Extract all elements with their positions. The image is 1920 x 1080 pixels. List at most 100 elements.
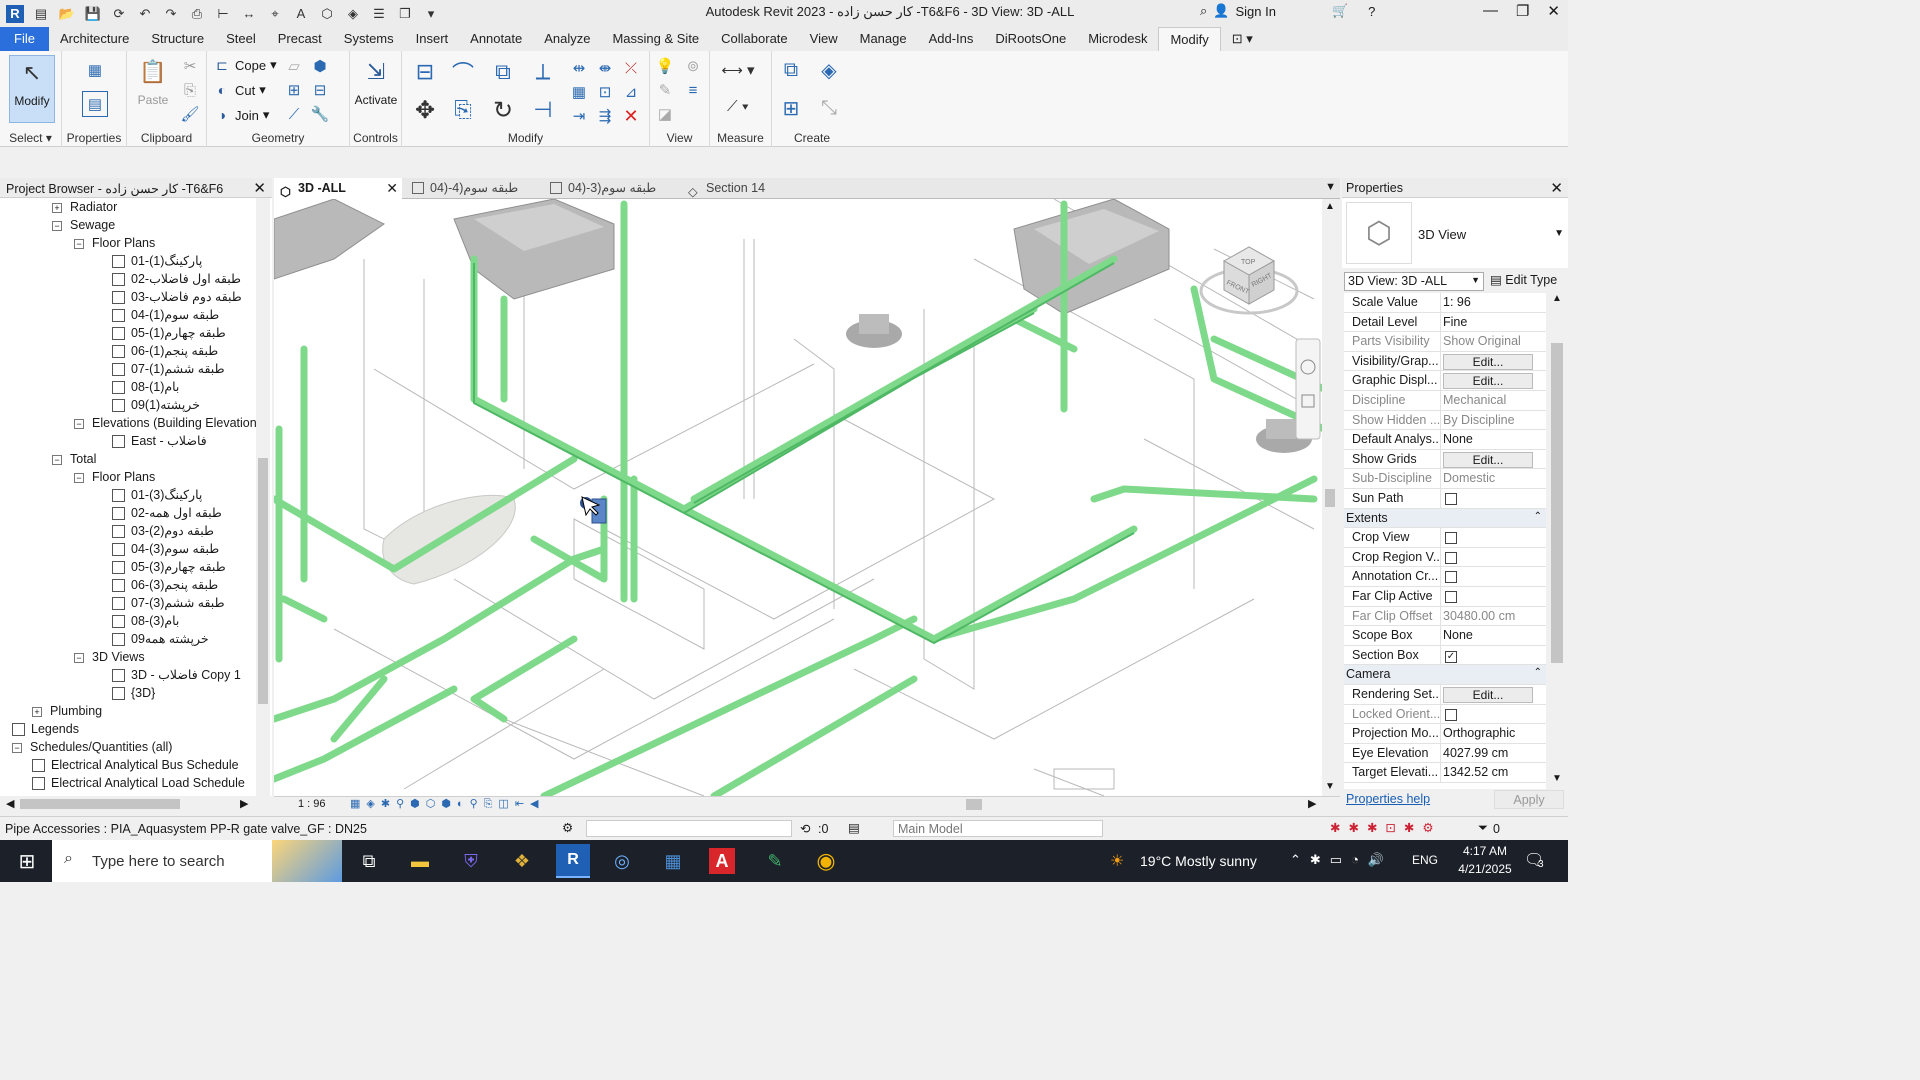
tree-item[interactable]: + Radiator <box>52 198 117 216</box>
tree-item[interactable]: 08-بام(3) <box>112 612 179 630</box>
tree-item[interactable]: {3D} <box>112 684 155 702</box>
tree-item[interactable]: 04-طبقه سوم(1) <box>112 306 219 324</box>
tree-item[interactable]: 05-طبقه چهارم(1) <box>112 324 226 342</box>
signin-label[interactable]: Sign In <box>1235 4 1275 19</box>
tree-item[interactable]: 03-طبقه دوم فاضلاب <box>112 288 242 306</box>
close-project-browser-icon[interactable]: ✕ <box>253 179 266 197</box>
project-browser-hscroll[interactable]: ◀ ▶ <box>0 796 272 812</box>
clock-time[interactable]: 4:17 AM <box>1455 844 1515 858</box>
tree-item[interactable]: + Plumbing <box>32 702 102 720</box>
tree-item[interactable]: Electrical Analytical Load Schedule <box>32 774 245 792</box>
create-parts-icon[interactable]: ◈ <box>814 55 844 85</box>
collapse-icon[interactable]: − <box>74 652 84 663</box>
open-icon[interactable]: 📂 <box>57 5 77 23</box>
print-icon[interactable]: ⎙ <box>187 5 207 23</box>
tree-item[interactable]: 07-طبقه ششم(1) <box>112 360 225 378</box>
collapse-icon[interactable]: − <box>12 742 22 753</box>
property-value[interactable]: Fine <box>1440 312 1546 332</box>
revit-logo[interactable]: R <box>6 4 24 23</box>
property-value[interactable]: Domestic <box>1440 469 1546 489</box>
type-selector[interactable]: ⬡ 3D View ▼ <box>1342 198 1568 268</box>
property-value[interactable] <box>1440 567 1546 587</box>
tab-manage[interactable]: Manage <box>849 27 918 51</box>
extend-icon[interactable]: ⇥ <box>568 105 590 127</box>
property-value[interactable]: By Discipline <box>1440 410 1546 430</box>
tab-steel[interactable]: Steel <box>215 27 267 51</box>
property-value[interactable]: None <box>1440 430 1546 450</box>
apply-button[interactable]: Apply <box>1494 790 1564 809</box>
split-gap-icon[interactable]: ⇼ <box>594 57 616 79</box>
properties-help-link[interactable]: Properties help <box>1346 792 1430 806</box>
property-value[interactable]: 4027.99 cm <box>1440 743 1546 763</box>
property-value[interactable]: Show Original <box>1440 332 1546 352</box>
tab-massing-site[interactable]: Massing & Site <box>601 27 710 51</box>
edit-button[interactable]: Edit... <box>1443 373 1533 390</box>
aligned-dimension-icon[interactable]: ⟋ ▾ <box>718 95 758 117</box>
delete-icon[interactable]: ✕ <box>620 105 642 127</box>
view-tab-plan-4[interactable]: 04)-طبقه سوم(4 <box>406 178 536 199</box>
tree-item[interactable]: 02-طبقه اول فاضلاب <box>112 270 241 288</box>
array-icon[interactable]: ▦ <box>568 81 590 103</box>
revit-taskbar-icon[interactable]: R <box>556 844 590 878</box>
property-value[interactable] <box>1440 704 1546 724</box>
3d-viewport[interactable]: FRONT RIGHT TOP <box>274 199 1324 796</box>
cut-geometry-button[interactable]: ◐ Cut ▾ <box>213 81 266 99</box>
tab-insert[interactable]: Insert <box>405 27 460 51</box>
demolish-icon[interactable]: ⊟ <box>309 79 331 101</box>
home-icon[interactable]: ▤ <box>31 5 51 23</box>
property-value[interactable]: Edit... <box>1440 449 1546 469</box>
binoculars-icon[interactable]: ⌕ <box>1200 3 1207 19</box>
tree-item[interactable]: Legends <box>12 720 79 738</box>
rotate-icon[interactable]: ↻ <box>488 95 518 125</box>
thin-lines-icon[interactable]: ☰ <box>369 5 389 23</box>
tab-dirootsone[interactable]: DiRootsOne <box>984 27 1077 51</box>
measure-between-icon[interactable]: ⟷ ▾ <box>718 59 758 81</box>
tree-item[interactable]: 05-طبقه چهارم(3) <box>112 558 226 576</box>
view-tab-3d-all[interactable]: ⬡ 3D -ALL ✕ <box>274 178 402 199</box>
text-icon[interactable]: A <box>291 5 311 23</box>
dimension-icon[interactable]: ↔ <box>239 5 259 23</box>
tree-item[interactable]: −3D Views <box>74 648 145 666</box>
collapse-icon[interactable]: − <box>52 454 62 465</box>
property-value[interactable]: ✓ <box>1440 645 1546 665</box>
unpin-icon[interactable]: ⤫ <box>620 57 642 79</box>
property-value[interactable]: 1342.52 cm <box>1440 763 1546 783</box>
tab-architecture[interactable]: Architecture <box>49 27 140 51</box>
tree-item[interactable]: − Schedules/Quantities (all) <box>12 738 172 756</box>
property-checkbox[interactable] <box>1445 493 1457 505</box>
type-dropdown-icon[interactable]: ▼ <box>1554 228 1564 239</box>
tree-item[interactable]: East - فاضلاب <box>112 432 207 450</box>
scroll-right-icon[interactable]: ▶ <box>1308 797 1316 810</box>
view-tab-section-14[interactable]: ◇ Section 14 <box>682 178 802 199</box>
properties-scrollbar[interactable]: ▲ ▼ <box>1548 293 1566 789</box>
task-view-icon[interactable]: ⧉ <box>354 846 384 876</box>
tree-item[interactable]: Electrical Analytical Bus Schedule <box>32 756 239 774</box>
wall-joins-icon[interactable]: ⊞ <box>283 79 305 101</box>
selection-toggles[interactable]: ✱✱✱⊡✱⚙ <box>1330 820 1442 835</box>
property-value[interactable] <box>1440 528 1546 548</box>
tree-item[interactable]: − Floor Plans <box>74 234 155 252</box>
property-value[interactable] <box>1440 587 1546 606</box>
file-explorer-icon[interactable]: ▬ <box>405 846 435 876</box>
activate-button[interactable]: ⇲ Activate <box>352 55 400 107</box>
tree-item[interactable]: 09خرپشته(1) <box>112 396 200 414</box>
weather-text[interactable]: 19°C Mostly sunny <box>1140 853 1257 869</box>
property-value[interactable] <box>1440 547 1546 567</box>
hide-icon[interactable]: ⊚ <box>682 55 704 77</box>
redo-icon[interactable]: ↷ <box>161 5 181 23</box>
tree-item[interactable]: − Floor Plans <box>74 468 155 486</box>
tree-item[interactable]: 01-پارکینگ(3) <box>112 486 202 504</box>
create-similar-icon[interactable]: ⤡ <box>814 93 844 123</box>
tree-item[interactable]: 07-طبقه ششم(3) <box>112 594 225 612</box>
section-icon[interactable]: ◈ <box>343 5 363 23</box>
pin-icon[interactable]: ⊿ <box>620 81 642 103</box>
viewcube-top[interactable]: TOP <box>1241 259 1256 266</box>
split-face-icon[interactable]: ▱ <box>283 55 305 77</box>
close-properties-icon[interactable]: ✕ <box>1550 179 1563 197</box>
collapse-icon[interactable]: − <box>74 418 84 429</box>
collapse-icon[interactable]: − <box>74 238 84 249</box>
paste-button[interactable]: 📋 Paste <box>131 55 175 107</box>
instance-selector[interactable]: 3D View: 3D -ALL ▼ <box>1344 272 1484 291</box>
language-indicator[interactable]: ENG <box>1412 853 1438 867</box>
tree-item[interactable]: 08-بام(1) <box>112 378 179 396</box>
